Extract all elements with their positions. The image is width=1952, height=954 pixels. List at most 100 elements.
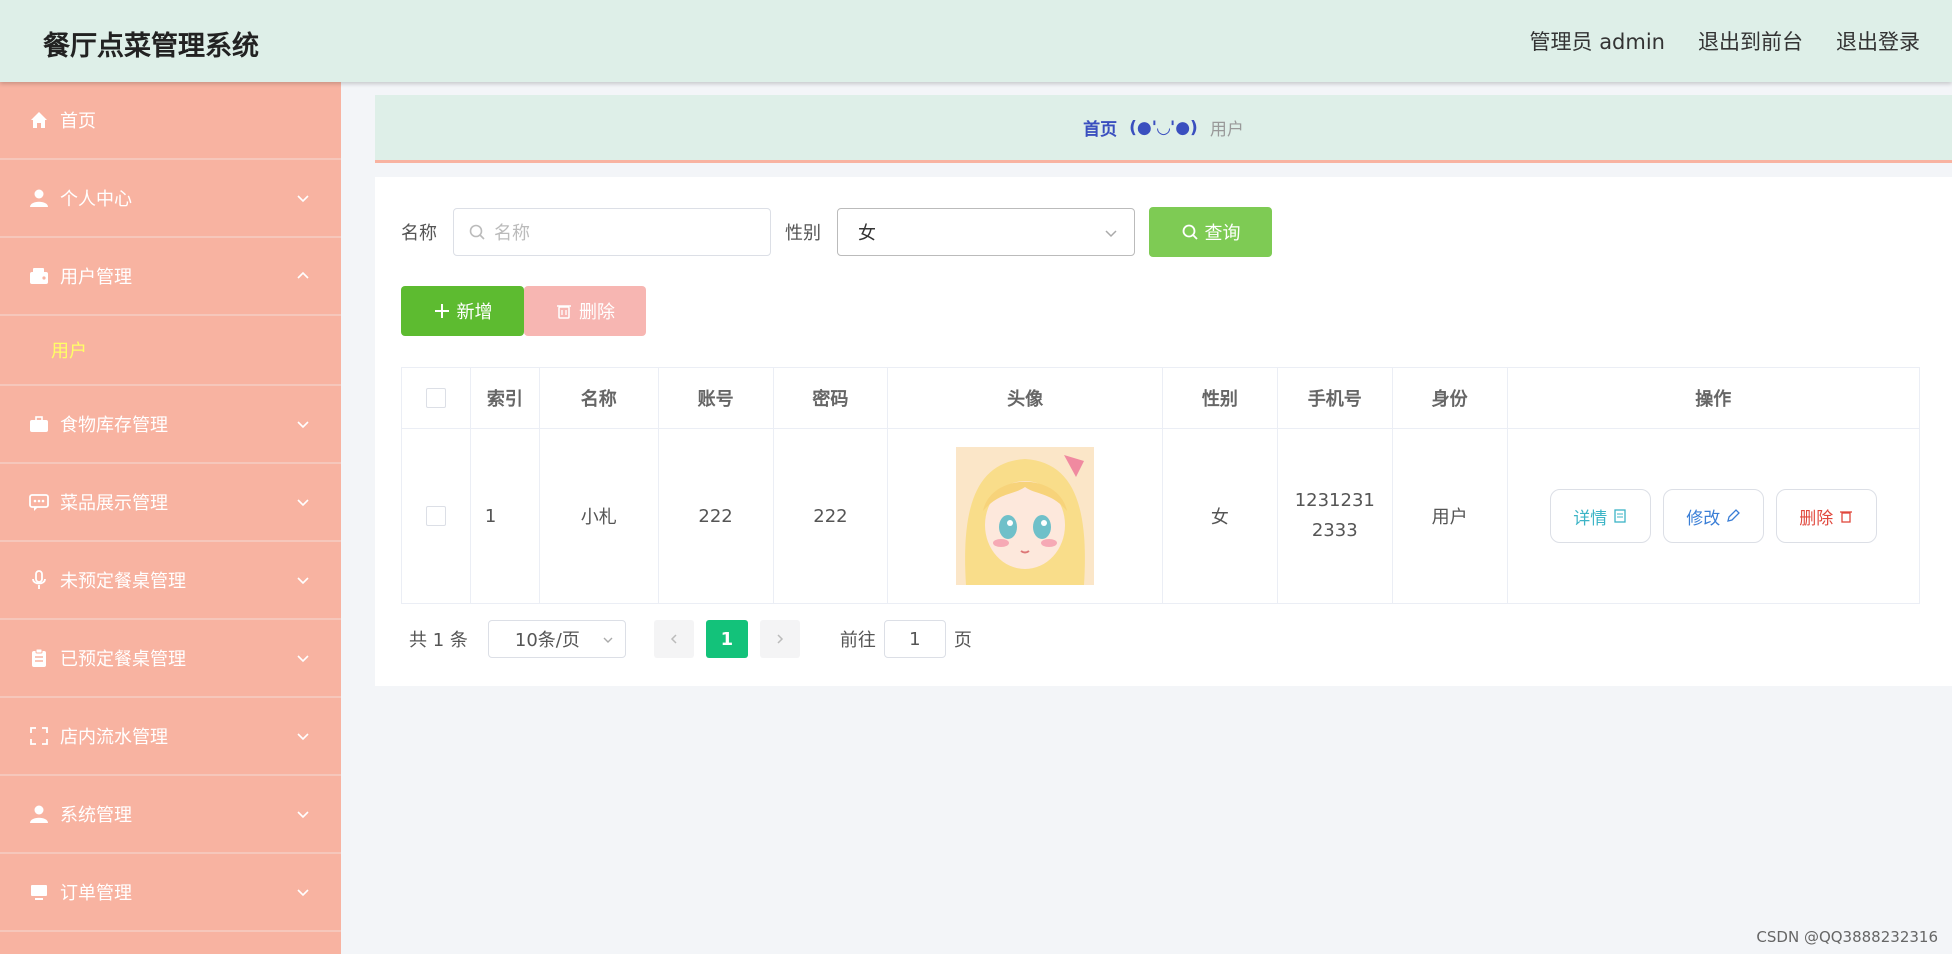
sidebar-item-label: 系统管理	[60, 805, 132, 826]
chevron-down-icon	[1105, 230, 1117, 238]
sidebar-item-cash-flow[interactable]: 店内流水管理	[0, 698, 341, 776]
cell-account: 222	[659, 429, 774, 603]
breadcrumb-current: 用户	[1209, 120, 1244, 140]
plus-icon	[434, 304, 449, 318]
document-icon	[1614, 509, 1626, 523]
sidebar-item-food-stock[interactable]: 食物库存管理	[0, 386, 341, 464]
sidebar-item-dish-display[interactable]: 菜品展示管理	[0, 464, 341, 542]
header-account: 账号	[659, 368, 774, 428]
search-icon	[1182, 224, 1198, 240]
pagination: 共 1 条 10条/页 1 前往 1 页	[409, 620, 972, 658]
chevron-down-icon	[297, 889, 309, 897]
header-role: 身份	[1393, 368, 1508, 428]
add-button-label: 新增	[456, 302, 493, 323]
to-front-link[interactable]: 退出到前台	[1698, 26, 1803, 56]
monitor-icon	[28, 881, 50, 903]
admin-label: 管理员 admin	[1529, 30, 1665, 54]
sidebar-item-orders[interactable]: 订单管理	[0, 854, 341, 932]
prev-page-button[interactable]	[653, 620, 694, 658]
header-links: 管理员 admin 退出到前台 退出登录	[1530, 26, 1920, 56]
next-page-button[interactable]	[759, 620, 800, 658]
chevron-down-icon	[297, 577, 309, 585]
sidebar-item-unreserved-tables[interactable]: 未预定餐桌管理	[0, 542, 341, 620]
page-number-current[interactable]: 1	[705, 620, 748, 658]
filter-row: 名称 名称 性别 女 查询	[401, 207, 1272, 257]
select-all-checkbox[interactable]	[425, 388, 446, 408]
mic-icon	[28, 569, 50, 591]
page-size-select[interactable]: 10条/页	[487, 620, 626, 658]
delete-row-button-label: 删除	[1799, 508, 1834, 529]
chevron-down-icon	[297, 195, 309, 203]
chevron-down-icon	[297, 421, 309, 429]
query-button-label: 查询	[1204, 223, 1241, 244]
wallet-icon	[28, 265, 50, 287]
cell-actions: 详情 修改 删除	[1508, 429, 1919, 603]
content-panel: 名称 名称 性别 女 查询 新增 删除 索引 名称 账号 密码 头像 性别 手机…	[375, 177, 1952, 686]
name-filter-label: 名称	[401, 223, 437, 244]
goto-page-input[interactable]: 1	[883, 620, 946, 658]
name-input-placeholder: 名称	[494, 223, 530, 244]
chevron-left-icon	[670, 634, 677, 644]
pagination-total: 共 1 条	[409, 630, 468, 651]
delete-row-button[interactable]: 删除	[1775, 489, 1877, 543]
action-buttons: 新增 删除	[401, 286, 646, 336]
gender-filter-label: 性别	[785, 223, 821, 244]
watermark: CSDN @QQ3888232316	[1756, 928, 1938, 946]
sidebar-item-label: 食物库存管理	[60, 415, 168, 436]
chevron-down-icon	[297, 811, 309, 819]
chevron-right-icon	[777, 634, 783, 644]
page-unit-label: 页	[953, 630, 972, 651]
logout-link[interactable]: 退出登录	[1836, 26, 1920, 56]
chevron-down-icon	[603, 637, 613, 643]
sidebar-item-label: 订单管理	[60, 883, 132, 904]
gender-select[interactable]: 女	[837, 208, 1135, 256]
name-search-input[interactable]: 名称	[453, 208, 771, 256]
chat-icon	[28, 491, 50, 513]
sidebar: 首页 个人中心 用户管理 用户 食物库存管理 菜品展示管理 未预定餐桌管理 已预…	[0, 82, 341, 954]
avatar-image[interactable]	[956, 447, 1095, 585]
cell-gender: 女	[1163, 429, 1278, 603]
header-select-cell	[402, 368, 471, 428]
trash-icon	[1840, 511, 1853, 523]
cell-avatar	[888, 429, 1163, 603]
breadcrumb-separator: (●'◡'●)	[1129, 117, 1198, 138]
person-icon	[28, 187, 50, 209]
delete-button-label: 删除	[579, 302, 615, 323]
query-button[interactable]: 查询	[1149, 207, 1272, 257]
sidebar-subitem-user[interactable]: 用户	[0, 316, 341, 386]
clipboard-icon	[28, 647, 50, 669]
row-checkbox[interactable]	[425, 506, 446, 526]
cell-role: 用户	[1393, 429, 1508, 603]
sidebar-item-home[interactable]: 首页	[0, 82, 341, 160]
sidebar-item-label: 已预定餐桌管理	[60, 649, 186, 670]
app-title: 餐厅点菜管理系统	[43, 31, 259, 62]
chevron-down-icon	[297, 499, 309, 507]
fullscreen-icon	[28, 725, 50, 747]
sidebar-item-label: 个人中心	[60, 189, 132, 210]
page-size-value: 10条/页	[514, 630, 580, 651]
breadcrumb: 首页 (●'◡'●) 用户	[375, 95, 1952, 163]
sidebar-item-label: 未预定餐桌管理	[60, 571, 186, 592]
gender-select-value: 女	[858, 223, 876, 244]
detail-button[interactable]: 详情	[1549, 489, 1651, 543]
sidebar-item-reserved-tables[interactable]: 已预定餐桌管理	[0, 620, 341, 698]
header-phone: 手机号	[1278, 368, 1393, 428]
edit-icon	[1727, 509, 1741, 522]
header-name: 名称	[540, 368, 659, 428]
add-button[interactable]: 新增	[401, 286, 524, 336]
sidebar-item-personal[interactable]: 个人中心	[0, 160, 341, 238]
sidebar-item-user-mgmt[interactable]: 用户管理	[0, 238, 341, 316]
edit-button[interactable]: 修改	[1662, 489, 1764, 543]
cell-password: 222	[774, 429, 889, 603]
breadcrumb-home[interactable]: 首页	[1083, 115, 1117, 140]
trash-icon	[557, 305, 571, 319]
search-icon	[469, 224, 485, 240]
sidebar-item-system[interactable]: 系统管理	[0, 776, 341, 854]
sidebar-item-label: 首页	[60, 111, 96, 132]
cell-phone: 1231231 2333	[1278, 429, 1393, 603]
edit-button-label: 修改	[1686, 508, 1721, 529]
detail-button-label: 详情	[1573, 508, 1608, 529]
sidebar-item-label: 菜品展示管理	[60, 493, 168, 514]
goto-label: 前往	[839, 630, 876, 651]
batch-delete-button[interactable]: 删除	[524, 286, 646, 336]
